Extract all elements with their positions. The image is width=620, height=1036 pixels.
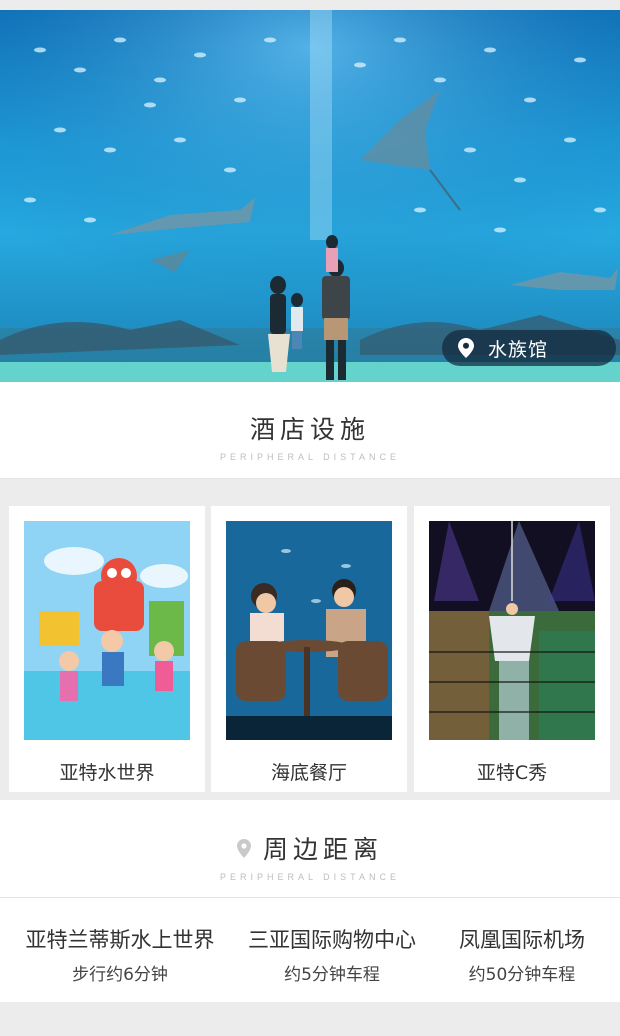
facility-card-waterpark[interactable]: 亚特水世界: [9, 506, 205, 792]
distance-place: 凤凰国际机场: [459, 928, 585, 952]
location-label: 水族馆: [488, 338, 549, 361]
distance-time: 约50分钟车程: [468, 965, 576, 985]
facilities-subtitle: PERIPHERAL DISTANCE: [219, 452, 401, 462]
distance-place: 亚特兰蒂斯水上世界: [25, 928, 215, 952]
waterpark-photo: [24, 521, 190, 740]
location-tag: 水族馆: [442, 330, 616, 366]
facility-card-c-show[interactable]: 亚特C秀: [414, 506, 610, 792]
distance-place: 三亚国际购物中心: [248, 928, 416, 952]
surroundings-header: 周边距离 PERIPHERAL DISTANCE: [0, 800, 620, 898]
distance-item: 凤凰国际机场 约50分钟车程: [436, 924, 608, 985]
facility-name: 亚特水世界: [59, 762, 155, 784]
map-pin-icon: [458, 338, 474, 358]
distance-time: 约5分钟车程: [284, 965, 380, 985]
distance-time: 步行约6分钟: [72, 965, 168, 985]
bottom-spacer: [0, 1002, 620, 1036]
facility-card-restaurant[interactable]: 海底餐厅: [211, 506, 407, 792]
distance-list: 亚特兰蒂斯水上世界 步行约6分钟 三亚国际购物中心 约5分钟车程 凤凰国际机场 …: [0, 898, 620, 1002]
facility-name: 亚特C秀: [476, 762, 548, 784]
surroundings-subtitle: PERIPHERAL DISTANCE: [219, 872, 401, 882]
c-show-photo: [429, 521, 595, 740]
facilities-title: 酒店设施: [249, 415, 370, 444]
surroundings-title: 周边距离: [262, 835, 383, 864]
distance-item: 三亚国际购物中心 约5分钟车程: [234, 924, 430, 985]
facility-name: 海底餐厅: [270, 762, 347, 784]
restaurant-photo: [226, 521, 392, 740]
facility-cards: 亚特水世界 海底餐厅 亚特C秀: [0, 498, 620, 800]
facilities-header: 酒店设施 PERIPHERAL DISTANCE: [0, 382, 620, 479]
aquarium-illustration: [0, 10, 620, 382]
hero-aquarium-image: 水族馆: [0, 10, 620, 382]
map-pin-icon: [236, 838, 251, 858]
distance-item: 亚特兰蒂斯水上世界 步行约6分钟: [10, 924, 230, 985]
